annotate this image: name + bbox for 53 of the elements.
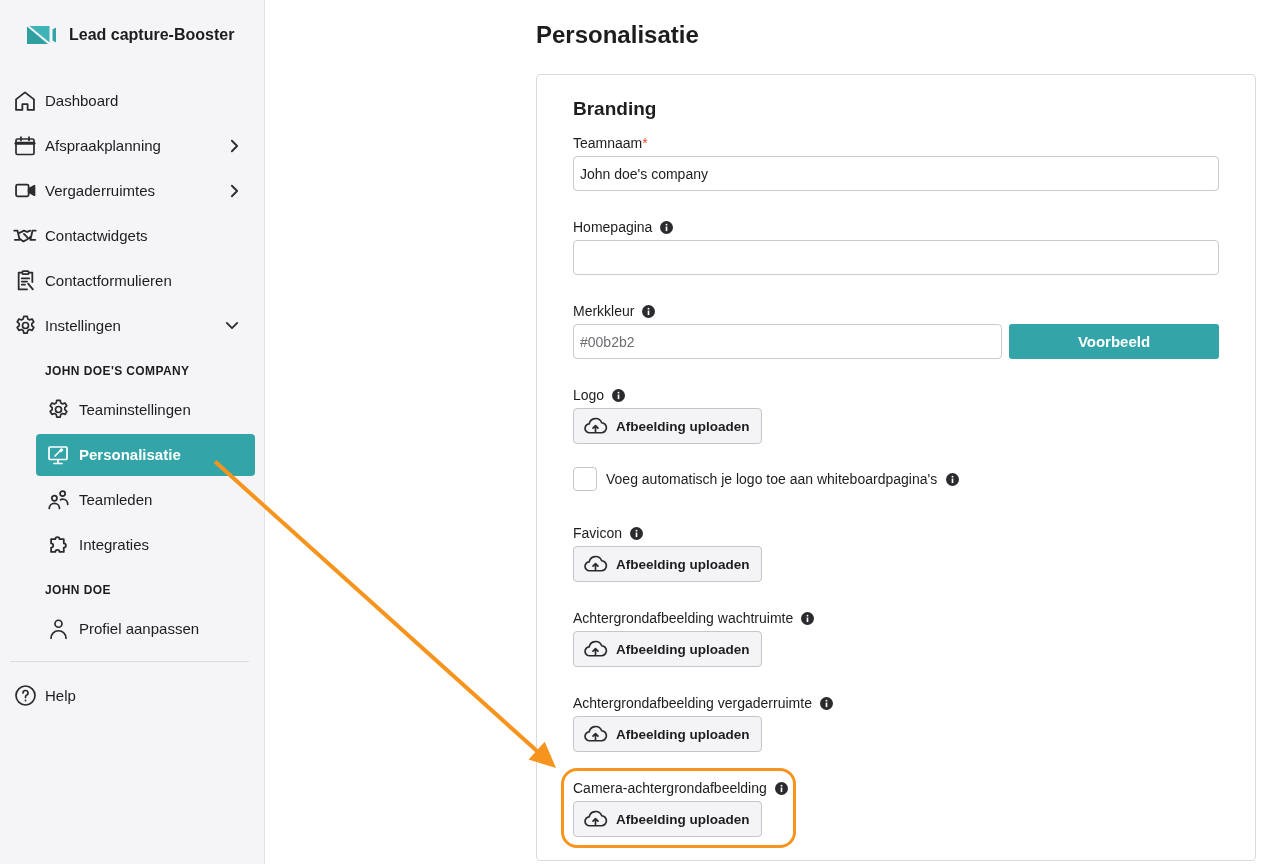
- field-label: Achtergrondafbeelding vergaderruimte: [573, 694, 812, 713]
- upload-button[interactable]: Afbeelding uploaden: [573, 546, 762, 582]
- cloud-upload-icon: [584, 418, 607, 434]
- nav-item[interactable]: Contactwidgets: [0, 213, 264, 258]
- field-label: Favicon: [573, 524, 623, 543]
- checkbox[interactable]: [573, 467, 597, 491]
- field-label: Camera-achtergrondafbeelding: [573, 779, 767, 798]
- cloud-upload-icon: [584, 556, 607, 572]
- checkbox-label: Voeg automatisch je logo toe aan whiteboardpagina's: [606, 471, 938, 487]
- nav-item[interactable]: Contactformulieren: [0, 258, 264, 303]
- required-asterisk: *: [642, 134, 648, 153]
- gear-icon: [47, 399, 69, 420]
- field-label: Achtergrondafbeelding wachtruimte: [573, 609, 794, 628]
- clipboard-icon: [16, 270, 34, 291]
- nav-item[interactable]: Profiel aanpassen: [36, 607, 255, 650]
- section-heading: JOHN DOE'S COMPANY: [45, 364, 190, 379]
- section-heading: JOHN DOE: [45, 583, 111, 598]
- cloud-upload-icon: [584, 811, 607, 827]
- upload-button[interactable]: Afbeelding uploaden: [573, 408, 762, 444]
- text-field[interactable]: John doe's company: [573, 156, 1219, 191]
- brand-logo-icon: [27, 26, 57, 44]
- nav-item[interactable]: Afspraakplanning: [0, 123, 264, 168]
- page-title: Personalisatie: [536, 20, 699, 50]
- field-label: Logo: [573, 386, 605, 405]
- nav-item[interactable]: Instellingen: [0, 303, 264, 348]
- nav-item[interactable]: Integraties: [36, 523, 255, 566]
- gear-icon: [14, 315, 36, 336]
- help-icon: [14, 685, 36, 706]
- field-label: Teamnaam: [573, 134, 643, 153]
- upload-button[interactable]: Afbeelding uploaden: [573, 716, 762, 752]
- text-field[interactable]: [573, 240, 1219, 275]
- person-icon: [49, 618, 67, 639]
- video-camera-icon: [14, 183, 36, 198]
- home-icon: [15, 90, 35, 111]
- cloud-upload-icon: [584, 726, 607, 742]
- people-icon: [47, 490, 69, 509]
- upload-button[interactable]: Afbeelding uploaden: [573, 801, 762, 837]
- nav-item[interactable]: Teamleden: [36, 478, 255, 521]
- nav-item[interactable]: Teaminstellingen: [36, 388, 255, 431]
- field-label: Merkkleur: [573, 302, 635, 321]
- section-title: Branding: [573, 97, 657, 121]
- handshake-icon: [13, 228, 37, 243]
- color-field[interactable]: #00b2b2: [573, 324, 1002, 359]
- brand-name: Lead capture-Booster: [69, 26, 235, 44]
- calendar-icon: [15, 135, 35, 156]
- monitor-icon: [48, 445, 68, 464]
- cloud-upload-icon: [584, 641, 607, 657]
- nav-item[interactable]: Help: [0, 673, 264, 718]
- nav-item[interactable]: Dashboard: [0, 78, 264, 123]
- nav-item[interactable]: Vergaderruimtes: [0, 168, 264, 213]
- upload-button[interactable]: Afbeelding uploaden: [573, 631, 762, 667]
- puzzle-icon: [48, 535, 68, 554]
- field-label: Homepagina: [573, 218, 653, 237]
